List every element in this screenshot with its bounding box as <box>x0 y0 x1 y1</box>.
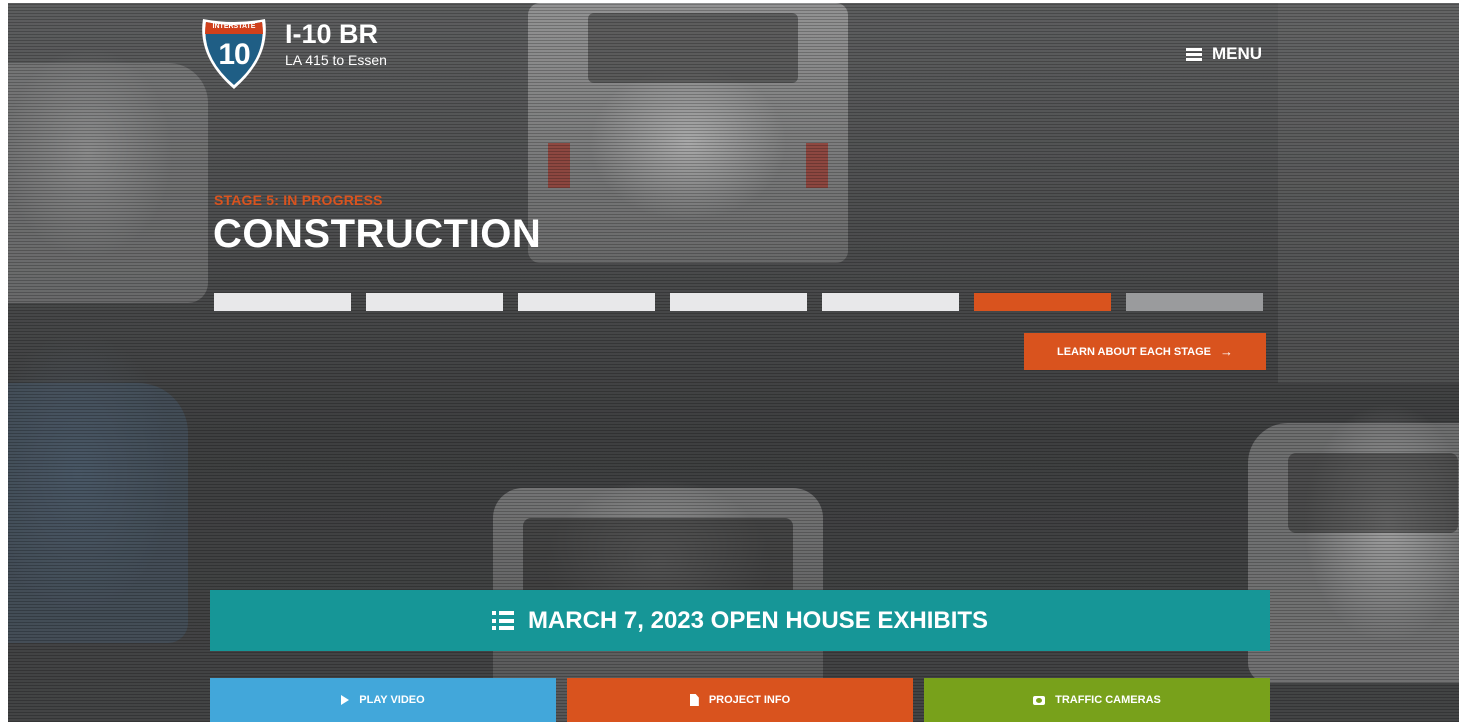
open-house-label: MARCH 7, 2023 OPEN HOUSE EXHIBITS <box>527 606 989 634</box>
open-house-exhibits-button[interactable]: MARCH 7, 2023 OPEN HOUSE EXHIBITS <box>210 590 1270 651</box>
stage-segment-1 <box>214 293 351 311</box>
camera-icon <box>1033 695 1046 705</box>
play-video-button[interactable]: PLAY VIDEO <box>210 678 556 722</box>
stage-title: CONSTRUCTION <box>213 212 542 256</box>
hamburger-icon <box>1186 47 1202 61</box>
site-title: I-10 BR <box>285 19 379 49</box>
learn-button-label: LEARN ABOUT EACH STAGE <box>1057 345 1211 358</box>
interstate-shield-icon: INTERSTATE 10 <box>199 17 269 91</box>
project-info-button[interactable]: PROJECT INFO <box>567 678 913 722</box>
action-buttons: PLAY VIDEO PROJECT INFO TRAFFIC CAMERAS <box>210 678 1270 722</box>
stage-segment-3 <box>518 293 655 311</box>
stage-segment-7 <box>1126 293 1263 311</box>
page-content: INTERSTATE 10 I-10 BR LA 415 to Essen ME… <box>0 0 1459 722</box>
site-logo[interactable]: INTERSTATE 10 I-10 BR LA 415 to Essen <box>199 17 387 91</box>
stage-segment-5 <box>822 293 959 311</box>
learn-about-stages-button[interactable]: LEARN ABOUT EACH STAGE → <box>1024 333 1266 370</box>
play-video-label: PLAY VIDEO <box>359 694 425 706</box>
shield-number: 10 <box>218 38 250 71</box>
logo-text: I-10 BR LA 415 to Essen <box>285 19 387 69</box>
shield-top-text: INTERSTATE <box>212 23 256 30</box>
list-icon <box>491 611 514 630</box>
traffic-cameras-label: TRAFFIC CAMERAS <box>1055 694 1161 706</box>
stage-progress-bar <box>214 293 1278 311</box>
site-subtitle: LA 415 to Essen <box>285 52 387 68</box>
stage-segment-2 <box>366 293 503 311</box>
document-icon <box>689 694 699 706</box>
traffic-cameras-button[interactable]: TRAFFIC CAMERAS <box>924 678 1270 722</box>
menu-button[interactable]: MENU <box>1186 44 1262 64</box>
stage-status-label: STAGE 5: IN PROGRESS <box>214 192 383 208</box>
stage-segment-4 <box>670 293 807 311</box>
project-info-label: PROJECT INFO <box>708 694 791 706</box>
stage-segment-6 <box>974 293 1111 311</box>
arrow-right-icon: → <box>1220 344 1233 359</box>
menu-label: MENU <box>1212 44 1263 63</box>
play-icon <box>341 695 350 705</box>
